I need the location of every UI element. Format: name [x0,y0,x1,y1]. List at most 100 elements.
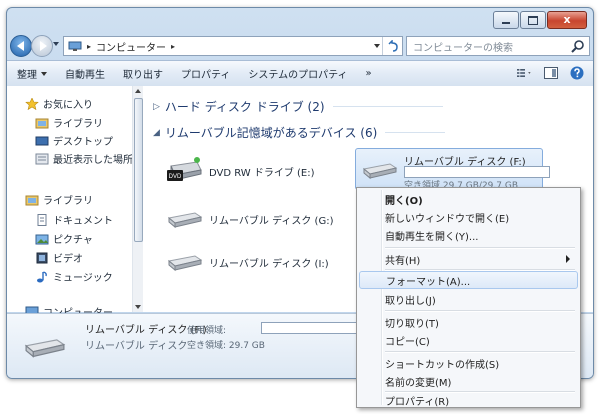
navigation-row: ▸ コンピューター ▸ コンピューターの検索 [7,33,593,59]
drive-g[interactable]: リムーバブル ディスク (G:) [167,208,333,230]
help-button[interactable] [569,65,585,81]
breadcrumb-separator[interactable]: ▸ [171,42,175,51]
address-dropdown-icon[interactable] [374,44,380,48]
back-button[interactable] [10,35,32,57]
system-properties-button[interactable]: システムのプロパティ [248,66,347,81]
expanded-chevron-icon: ◢ [153,127,160,138]
removable-disk-icon [24,339,66,358]
menu-open-autoplay[interactable]: 自動再生を開く(Y)... [359,226,576,244]
menu-create-shortcut-label: ショートカットの作成(S) [385,359,500,371]
menu-properties-label: プロパティ(R) [385,396,450,408]
menu-open-autoplay-label: 自動再生を開く(Y)... [385,231,479,243]
search-icon[interactable] [571,39,585,53]
nav-favorites[interactable]: お気に入り [25,96,93,111]
forward-arrow-icon [39,41,47,51]
search-box[interactable]: コンピューターの検索 [406,36,590,56]
recent-places-icon [35,153,49,164]
nav-pictures[interactable]: ピクチャ [35,231,93,246]
nav-favorites-label: お気に入り [43,100,93,111]
details-free-space: 空き領域: 29.7 GB [187,341,265,351]
close-button[interactable]: x [547,11,587,29]
menu-cut[interactable]: 切り取り(T) [359,313,576,331]
library-folder-icon [35,118,49,128]
menu-open-label: 開く(O) [385,195,423,207]
menu-format[interactable]: フォーマット(A)... [359,271,578,289]
videos-icon [36,252,48,263]
drive-f-selected[interactable]: リムーバブル ディスク (F:) 空き領域 29.7 GB/29.7 GB [355,148,550,191]
maximize-icon [528,15,538,25]
refresh-icon [387,40,398,52]
nav-desktop[interactable]: デスクトップ [35,133,113,148]
address-bar[interactable]: ▸ コンピューター ▸ [63,36,403,56]
group-removable[interactable]: ◢ リムーバブル記憶域があるデバイス (6) [153,124,446,141]
preview-pane-button[interactable] [543,65,559,81]
refresh-button[interactable] [382,37,402,55]
drive-i[interactable]: リムーバブル ディスク (I:) [167,251,329,273]
scroll-down-icon[interactable] [135,305,141,309]
menu-cut-label: 切り取り(T) [385,318,439,330]
view-options-icon [517,69,531,77]
nav-scrollbar[interactable] [132,86,143,312]
group-hard-disk[interactable]: ▷ ハード ディスク ドライブ (2) [153,98,443,115]
submenu-arrow-icon [566,255,570,263]
svg-text:DVD: DVD [169,174,182,180]
command-bar-right [507,65,585,81]
properties-button[interactable]: プロパティ [181,66,230,81]
menu-copy[interactable]: コピー(C) [359,331,576,349]
nav-recent-places[interactable]: 最近表示した場所 [35,151,133,166]
nav-libraries[interactable]: ライブラリ [25,192,93,207]
more-commands-button[interactable]: » [366,68,372,79]
menu-share-label: 共有(H) [385,255,421,267]
preview-pane-icon [544,67,558,79]
menu-open[interactable]: 開く(O) [359,190,576,208]
details-used-label: 使用領域: [187,326,227,336]
menu-create-shortcut[interactable]: ショートカットの作成(S) [359,354,576,372]
recent-pages-dropdown[interactable] [53,42,59,46]
minimize-button[interactable] [493,11,519,29]
organize-label: 整理 [17,70,37,81]
back-arrow-icon [16,41,24,51]
chevron-down-icon [41,71,47,76]
documents-icon [37,213,47,226]
menu-eject[interactable]: 取り出し(J) [359,290,576,308]
nav-fav-library[interactable]: ライブラリ [35,115,103,130]
nav-pictures-label: ピクチャ [53,235,93,246]
drive-dvd-label: DVD RW ドライブ (E:) [209,167,315,179]
nav-music-label: ミュージック [53,273,113,284]
forward-button[interactable] [31,35,53,57]
breadcrumb-computer[interactable]: コンピューター [96,39,166,54]
menu-eject-label: 取り出し(J) [385,295,436,307]
organize-menu[interactable]: 整理 [17,66,47,81]
removable-disk-icon [362,163,398,180]
change-view-button[interactable] [517,65,533,81]
nav-recent-places-label: 最近表示した場所 [53,155,133,166]
drive-i-label: リムーバブル ディスク (I:) [209,258,329,270]
menu-open-new-window[interactable]: 新しいウィンドウで開く(E) [359,208,576,226]
eject-button[interactable]: 取り出す [123,66,163,81]
menu-rename-label: 名前の変更(M) [385,377,452,389]
scroll-up-icon[interactable] [135,89,141,93]
menu-copy-label: コピー(C) [385,336,430,348]
menu-format-label: フォーマット(A)... [386,276,471,288]
scroll-thumb[interactable] [134,98,143,242]
nav-libraries-label: ライブラリ [43,196,93,207]
nav-music[interactable]: ミュージック [35,269,113,284]
autoplay-button[interactable]: 自動再生 [65,66,105,81]
help-icon [570,66,584,80]
menu-rename[interactable]: 名前の変更(M) [359,372,576,390]
group-removable-label: リムーバブル記憶域があるデバイス (6) [164,126,378,140]
eject-label: 取り出す [123,70,163,81]
minimize-icon [502,21,510,24]
drive-f-usage-bar [404,166,550,178]
menu-open-new-window-label: 新しいウィンドウで開く(E) [385,213,510,225]
nav-videos[interactable]: ビデオ [35,250,83,265]
nav-desktop-label: デスクトップ [53,137,113,148]
menu-share[interactable]: 共有(H) [359,250,576,268]
menu-properties[interactable]: プロパティ(R) [359,394,576,408]
autoplay-label: 自動再生 [65,70,105,81]
nav-documents[interactable]: ドキュメント [35,212,113,227]
maximize-button[interactable] [520,11,546,29]
removable-disk-icon [167,255,203,272]
drive-dvd[interactable]: DVD DVD RW ドライブ (E:) [167,156,315,186]
pictures-icon [35,234,49,244]
